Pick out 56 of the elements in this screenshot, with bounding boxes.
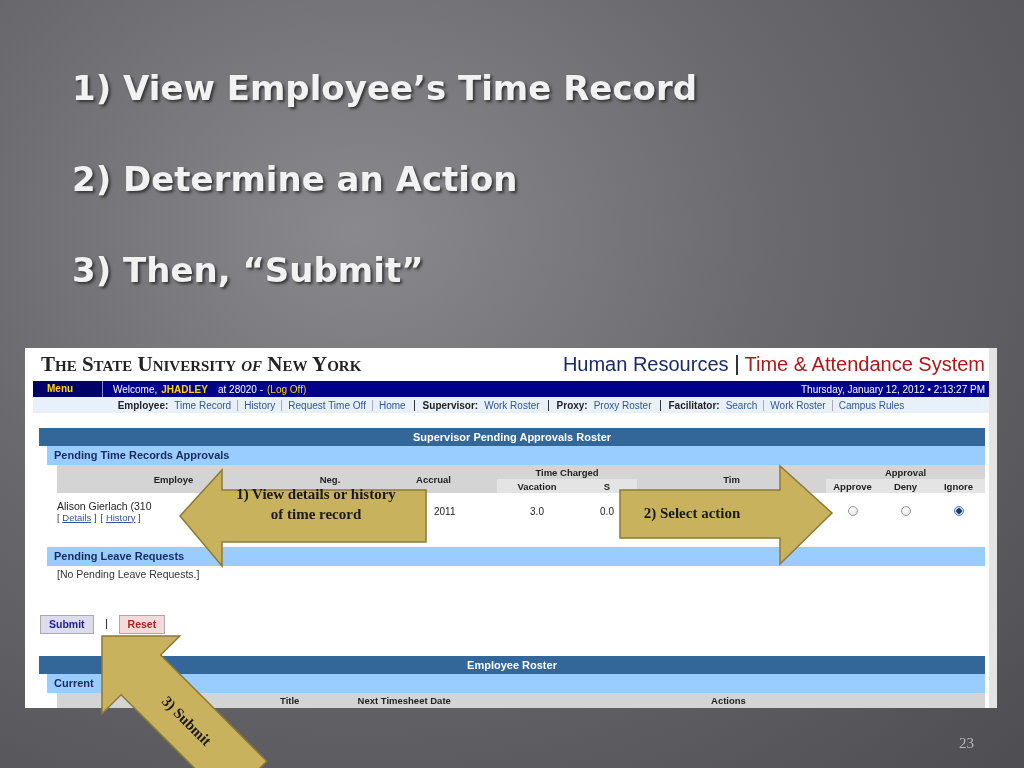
nav-link[interactable]: History	[237, 399, 276, 411]
link-group-label: Proxy:	[556, 399, 588, 411]
callout-label: 2) Select action	[643, 505, 741, 521]
slide-heading: 3) Then, “Submit”	[72, 249, 425, 292]
section-header: Current	[47, 674, 985, 693]
user-name: JHADLEY	[161, 383, 208, 395]
reset-button[interactable]: Reset	[118, 614, 166, 634]
column-header: Ignore	[932, 479, 985, 493]
link-group-label: Supervisor:	[422, 399, 479, 411]
log-off-link[interactable]: (Log Off)	[267, 383, 307, 395]
nav-link[interactable]: Work Roster	[484, 399, 540, 411]
table-cell: 3.0	[530, 505, 544, 517]
table-cell: 2011	[434, 505, 456, 517]
employee-name: Alison Gierlach (310	[57, 499, 152, 512]
column-header: Actions	[711, 695, 746, 706]
nav-link[interactable]: Search	[725, 399, 758, 411]
nav-link[interactable]: Time Record	[174, 399, 232, 411]
roster-title-bar: Supervisor Pending Approvals Roster	[39, 428, 985, 446]
roster-title-bar: Employee Roster	[39, 656, 985, 674]
column-header: Approval	[826, 465, 985, 479]
submit-button[interactable]: Submit	[40, 614, 94, 634]
radio-button[interactable]	[847, 506, 858, 516]
menu-button[interactable]: Menu	[33, 381, 103, 398]
link-group-label: Employee:	[117, 399, 169, 411]
table-cell: 0.0	[600, 505, 614, 517]
record-link[interactable]: Details	[62, 511, 92, 523]
column-header: Approve	[826, 479, 879, 493]
radio-button[interactable]	[900, 506, 911, 516]
app-title: Human Resources	[562, 353, 729, 377]
nav-link[interactable]: Request Time Off	[281, 399, 366, 411]
column-header: Title	[280, 695, 300, 706]
app-subtitle: Time & Attendance System	[744, 353, 985, 377]
university-logo-text: The State University of New York	[41, 352, 362, 378]
location-text: at 28020 -	[217, 383, 263, 395]
nav-link[interactable]: Proxy Roster	[593, 399, 652, 411]
record-link[interactable]: History	[105, 511, 136, 523]
bracket-link-text: [ History ]	[100, 511, 141, 523]
column-header: Time Charged	[497, 465, 637, 479]
column-header: Next Timesheet Date	[357, 695, 451, 706]
section-header: Pending Leave Requests	[47, 547, 985, 566]
slide-heading: 1) View Employee’s Time Record	[72, 67, 698, 110]
column-header: S	[577, 479, 637, 493]
radio-button[interactable]	[953, 506, 964, 516]
section-header: Pending Time Records Approvals	[47, 446, 985, 465]
page-number: 23	[959, 734, 974, 752]
slide-heading: 2) Determine an Action	[72, 158, 519, 201]
nav-link[interactable]: Work Roster	[763, 399, 826, 411]
column-header: Vacation	[497, 479, 577, 493]
empty-message: [No Pending Leave Requests.]	[57, 567, 201, 582]
bracket-link-text: [ Details ]	[57, 511, 97, 523]
date-time: Thursday, January 12, 2012 • 2:13:27 PM	[801, 383, 986, 395]
nav-link[interactable]: Campus Rules	[831, 399, 905, 411]
welcome-text: Welcome,	[113, 383, 158, 395]
nav-link[interactable]: Home	[371, 399, 406, 411]
link-group-label: Facilitator:	[668, 399, 720, 411]
column-header: Deny	[879, 479, 932, 493]
